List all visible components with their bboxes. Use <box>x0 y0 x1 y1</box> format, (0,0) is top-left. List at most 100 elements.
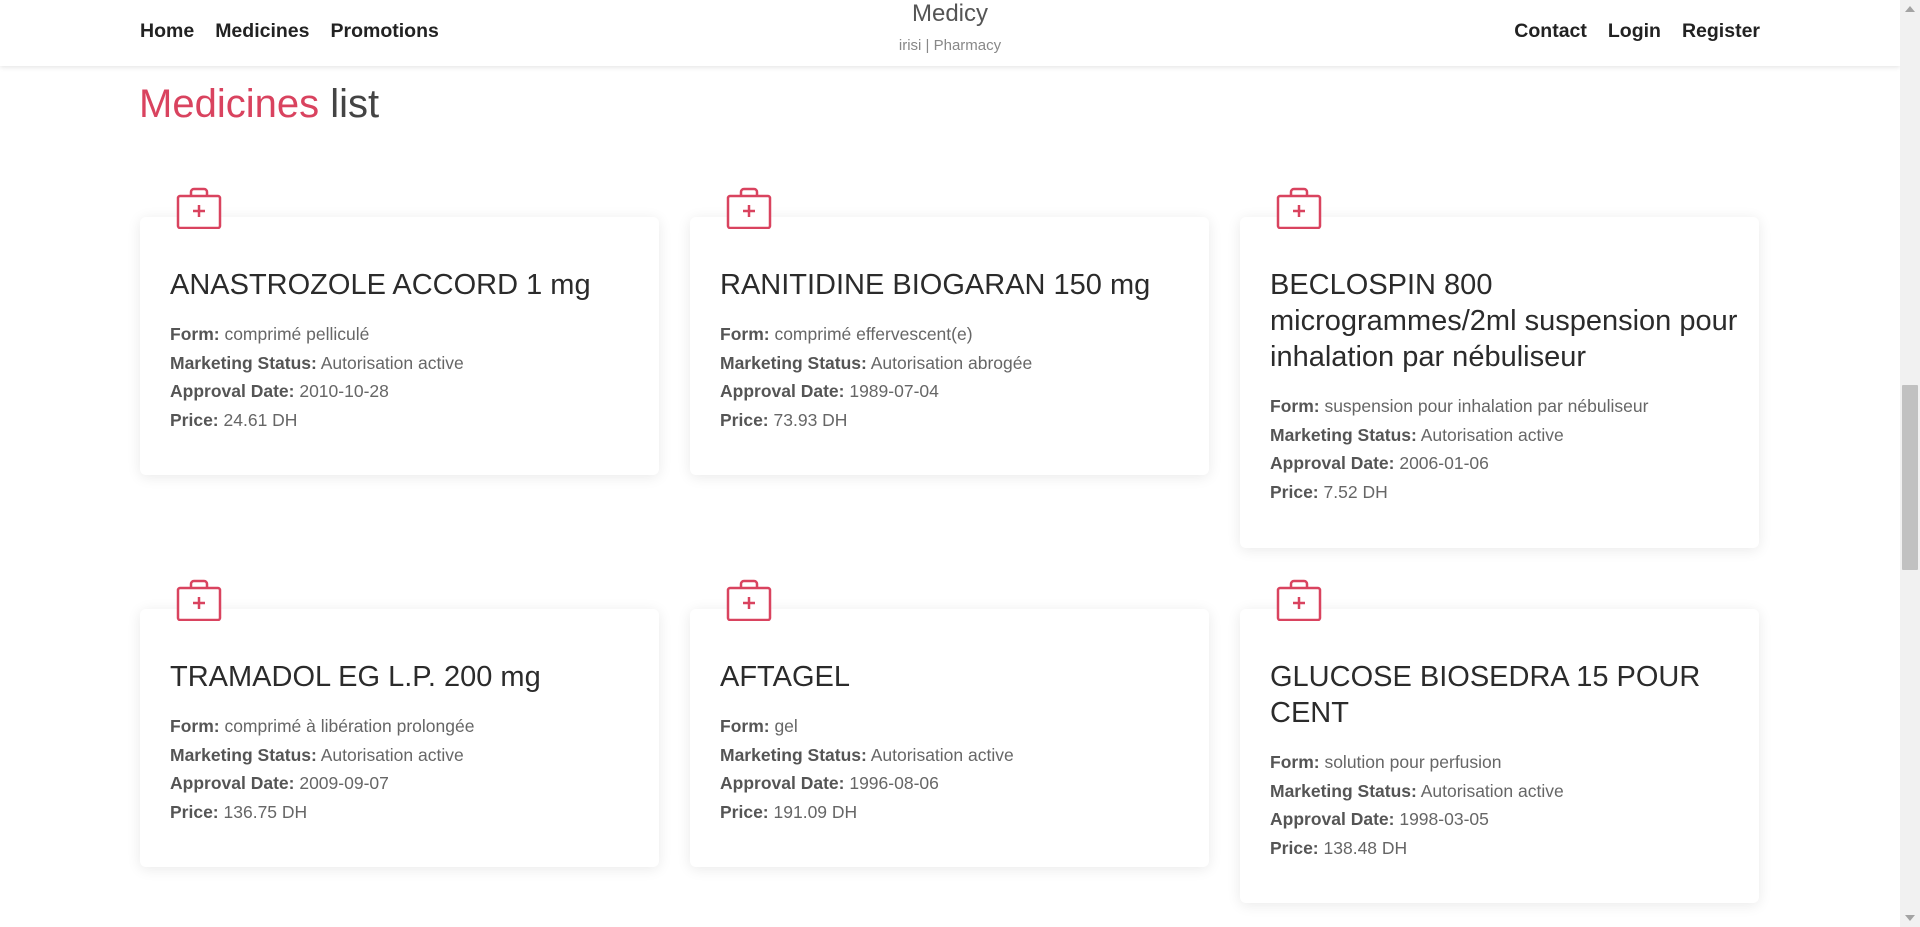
date-field: Approval Date: 2006-01-06 <box>1270 449 1740 478</box>
form-label: Form: <box>170 716 220 736</box>
price-label: Price: <box>720 409 769 430</box>
form-field: Form: comprimé effervescent(e) <box>720 320 1190 349</box>
medical-kit-icon <box>726 579 772 621</box>
status-label: Marketing Status: <box>1270 424 1417 445</box>
medicine-card[interactable]: BECLOSPIN 800 microgrammes/2ml suspensio… <box>1240 187 1759 548</box>
form-label: Form: <box>170 324 220 344</box>
price-field: Price: 24.61 DH <box>170 406 640 435</box>
nav-contact-link[interactable]: Contact <box>1514 20 1587 42</box>
status-label: Marketing Status: <box>720 352 867 373</box>
medicine-details: Form: comprimé à libération prolongée Ma… <box>170 712 640 826</box>
form-field: Form: solution pour perfusion <box>1270 748 1740 777</box>
status-field: Marketing Status: Autorisation active <box>170 349 640 378</box>
medical-kit-icon <box>176 187 222 229</box>
price-label: Price: <box>170 409 219 430</box>
price-field: Price: 7.52 DH <box>1270 478 1740 507</box>
medicine-card[interactable]: AFTAGEL Form: gel Marketing Status: Auto… <box>690 579 1209 867</box>
date-field: Approval Date: 2009-09-07 <box>170 769 640 798</box>
form-value: comprimé à libération prolongée <box>224 716 475 736</box>
price-field: Price: 138.48 DH <box>1270 834 1740 863</box>
medicine-name: TRAMADOL EG L.P. 200 mg <box>170 661 541 693</box>
form-value: comprimé pelliculé <box>224 324 370 344</box>
form-field: Form: suspension pour inhalation par néb… <box>1270 392 1740 421</box>
medicine-details: Form: suspension pour inhalation par néb… <box>1270 392 1740 506</box>
status-label: Marketing Status: <box>170 352 317 373</box>
status-label: Marketing Status: <box>720 744 867 765</box>
page-title-rest: list <box>330 82 380 126</box>
form-value: comprimé effervescent(e) <box>774 324 973 344</box>
date-label: Approval Date: <box>170 773 295 793</box>
date-value: 1989-07-04 <box>849 381 939 401</box>
medical-kit-icon <box>176 579 222 621</box>
price-value: 24.61 DH <box>223 409 298 430</box>
price-value: 136.75 DH <box>223 801 308 822</box>
status-field: Marketing Status: Autorisation active <box>1270 421 1740 450</box>
price-field: Price: 73.93 DH <box>720 406 1190 435</box>
page: Home Medicines Promotions Medicy irisi |… <box>0 0 1900 927</box>
date-value: 1996-08-06 <box>849 773 939 793</box>
form-value: gel <box>774 716 798 736</box>
status-value: Autorisation active <box>1420 424 1564 445</box>
date-value: 2006-01-06 <box>1399 453 1489 473</box>
medical-kit-icon <box>1276 187 1322 229</box>
status-value: Autorisation active <box>320 744 464 765</box>
status-field: Marketing Status: Autorisation active <box>1270 777 1740 806</box>
status-field: Marketing Status: Autorisation active <box>720 741 1190 770</box>
form-label: Form: <box>1270 396 1320 416</box>
form-field: Form: gel <box>720 712 1190 741</box>
price-value: 191.09 DH <box>773 801 858 822</box>
medicine-name: BECLOSPIN 800 microgrammes/2ml suspensio… <box>1270 269 1738 373</box>
price-label: Price: <box>170 801 219 822</box>
date-value: 2010-10-28 <box>299 381 389 401</box>
form-label: Form: <box>720 324 770 344</box>
medicine-card[interactable]: RANITIDINE BIOGARAN 150 mg Form: comprim… <box>690 187 1209 475</box>
medicine-name: GLUCOSE BIOSEDRA 15 POUR CENT <box>1270 661 1701 729</box>
page-title-accent: Medicines <box>139 82 320 126</box>
status-label: Marketing Status: <box>170 744 317 765</box>
date-field: Approval Date: 2010-10-28 <box>170 377 640 406</box>
form-label: Form: <box>1270 752 1320 772</box>
date-label: Approval Date: <box>170 381 295 401</box>
page-title: Medicines list <box>139 80 379 128</box>
medicine-card[interactable]: ANASTROZOLE ACCORD 1 mg Form: comprimé p… <box>140 187 659 475</box>
price-value: 138.48 DH <box>1323 837 1408 858</box>
scroll-down-arrow-icon[interactable] <box>1905 915 1915 921</box>
date-label: Approval Date: <box>1270 453 1395 473</box>
date-label: Approval Date: <box>720 381 845 401</box>
form-value: suspension pour inhalation par nébuliseu… <box>1324 396 1649 416</box>
date-field: Approval Date: 1998-03-05 <box>1270 805 1740 834</box>
price-label: Price: <box>720 801 769 822</box>
nav-register-link[interactable]: Register <box>1682 20 1760 42</box>
price-label: Price: <box>1270 481 1319 502</box>
medical-kit-icon <box>1276 579 1322 621</box>
status-value: Autorisation active <box>1420 780 1564 801</box>
status-value: Autorisation abrogée <box>870 352 1033 373</box>
status-value: Autorisation active <box>320 352 464 373</box>
medicine-card[interactable]: GLUCOSE BIOSEDRA 15 POUR CENT Form: solu… <box>1240 579 1759 903</box>
navbar: Home Medicines Promotions Medicy irisi |… <box>0 0 1900 66</box>
scrollbar-thumb[interactable] <box>1902 385 1918 570</box>
medicine-name: ANASTROZOLE ACCORD 1 mg <box>170 269 591 301</box>
price-value: 73.93 DH <box>773 409 848 430</box>
medicine-name: RANITIDINE BIOGARAN 150 mg <box>720 269 1151 301</box>
form-label: Form: <box>720 716 770 736</box>
vertical-scrollbar[interactable] <box>1900 0 1920 927</box>
status-value: Autorisation active <box>870 744 1014 765</box>
medical-kit-icon <box>726 187 772 229</box>
price-field: Price: 136.75 DH <box>170 798 640 827</box>
status-label: Marketing Status: <box>1270 780 1417 801</box>
date-field: Approval Date: 1989-07-04 <box>720 377 1190 406</box>
date-value: 2009-09-07 <box>299 773 389 793</box>
date-label: Approval Date: <box>720 773 845 793</box>
nav-login-link[interactable]: Login <box>1608 20 1661 42</box>
price-value: 7.52 DH <box>1323 481 1388 502</box>
price-field: Price: 191.09 DH <box>720 798 1190 827</box>
medicine-details: Form: comprimé effervescent(e) Marketing… <box>720 320 1190 434</box>
scroll-up-arrow-icon[interactable] <box>1905 6 1915 12</box>
medicine-details: Form: comprimé pelliculé Marketing Statu… <box>170 320 640 434</box>
form-field: Form: comprimé à libération prolongée <box>170 712 640 741</box>
medicine-card[interactable]: TRAMADOL EG L.P. 200 mg Form: comprimé à… <box>140 579 659 867</box>
medicine-details: Form: solution pour perfusion Marketing … <box>1270 748 1740 862</box>
price-label: Price: <box>1270 837 1319 858</box>
status-field: Marketing Status: Autorisation abrogée <box>720 349 1190 378</box>
